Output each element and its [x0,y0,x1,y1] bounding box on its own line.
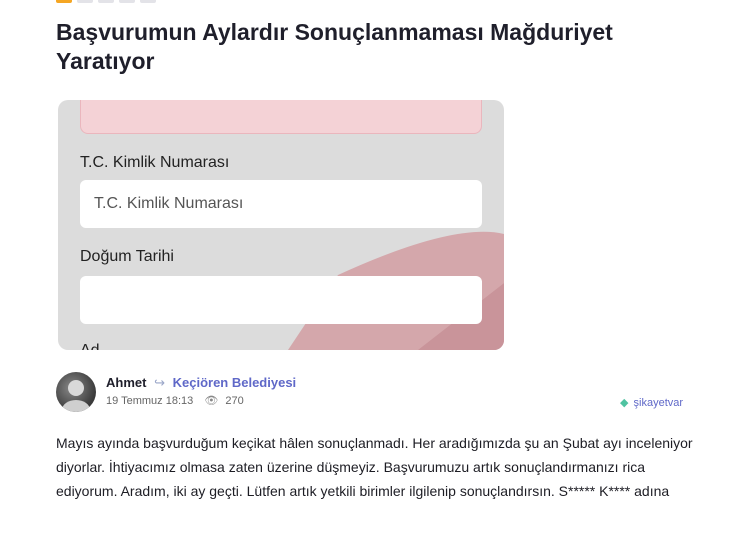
view-count: 270 [225,395,244,407]
birthdate-input[interactable] [80,276,482,324]
brand-mark-icon: ◆ [620,397,629,409]
post-date: 19 Temmuz 18:13 [106,395,194,407]
rating-star [56,0,72,3]
rating-star [98,0,114,3]
rating-stars [56,0,156,3]
author-name[interactable]: Ahmet [106,375,146,390]
birthdate-label: Doğum Tarihi [80,248,174,265]
brand-name: şikayetvar [633,397,684,409]
tc-label: T.C. Kimlik Numarası [80,154,230,171]
share-arrow-icon: ↪ [154,375,165,390]
avatar[interactable] [56,372,96,412]
eye-icon: 👁 [204,395,219,407]
attached-screenshot[interactable]: T.C. Kimlik Numarası T.C. Kimlik Numaras… [58,100,504,350]
name-label-cut: Ad [80,342,100,350]
post-meta: 19 Temmuz 18:13 👁 270 [106,394,244,407]
company-link[interactable]: Keçiören Belediyesi [173,375,297,390]
brand-logo[interactable]: ◆ şikayetvar [620,396,683,409]
rating-star [119,0,135,3]
tc-input[interactable]: T.C. Kimlik Numarası [80,180,482,228]
rating-star [77,0,93,3]
rating-star [140,0,156,3]
author-line: Ahmet ↪ Keçiören Belediyesi [106,375,296,391]
complaint-body: Mayıs ayında başvurduğum keçikat hâlen s… [56,435,693,499]
complaint-title: Başvurumun Aylardır Sonuçlanmaması Mağdu… [56,19,613,74]
